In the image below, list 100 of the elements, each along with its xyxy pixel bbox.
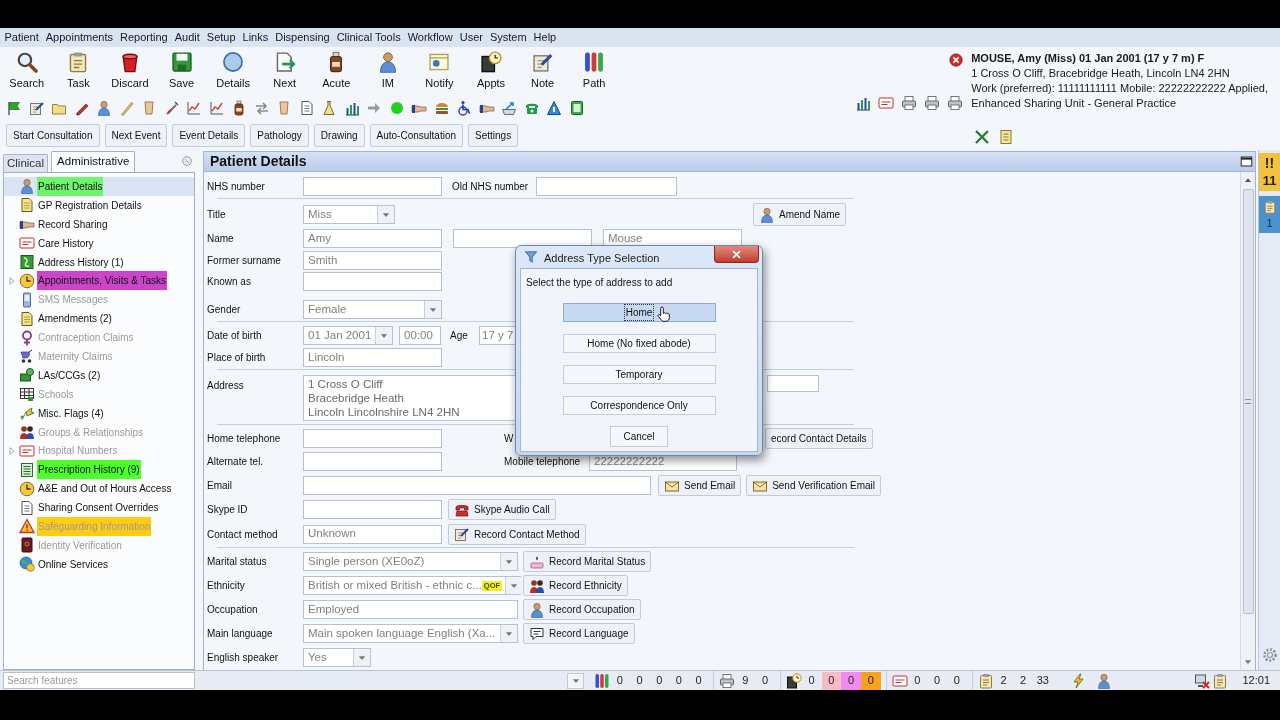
flask-icon[interactable]: [321, 100, 337, 116]
clipboard-icon[interactable]: [977, 672, 994, 689]
toolbar-button[interactable]: Save: [155, 47, 208, 97]
text-field[interactable]: [767, 375, 819, 392]
menu-item[interactable]: Appointments: [42, 29, 117, 46]
dropdown-field[interactable]: Yes: [303, 648, 371, 667]
menu-item[interactable]: Patient: [1, 29, 43, 46]
scrollbar[interactable]: [1240, 172, 1255, 670]
action-button[interactable]: Skype Audio Call: [448, 499, 556, 520]
text-field[interactable]: Unknown: [303, 524, 442, 544]
text-field[interactable]: 17 y 7: [479, 326, 517, 345]
toolbar-button[interactable]: Task: [52, 47, 105, 97]
stack-icon[interactable]: [433, 100, 450, 116]
person-icon[interactable]: [96, 100, 112, 116]
close-button[interactable]: [714, 246, 759, 263]
toolbar-button[interactable]: IM: [362, 47, 414, 97]
person-icon[interactable]: [1095, 672, 1112, 689]
printer-icon[interactable]: [947, 95, 964, 111]
action-button[interactable]: Send Verification Email: [746, 475, 881, 496]
test-tubes-icon[interactable]: [594, 672, 610, 689]
toolbar-button[interactable]: Details: [207, 47, 259, 97]
sidebar-item[interactable]: Online Services: [4, 554, 194, 574]
lightning-icon[interactable]: [1070, 672, 1087, 689]
text-field[interactable]: Lincoln: [303, 348, 442, 367]
menu-item[interactable]: Setup: [203, 29, 240, 46]
dropdown-field[interactable]: Female: [303, 300, 442, 319]
sidebar-item[interactable]: GP Registration Details: [4, 195, 194, 215]
text-field[interactable]: Smith: [303, 251, 442, 270]
action-button[interactable]: Record Occupation: [523, 599, 641, 620]
toolbar-button[interactable]: Next: [258, 47, 311, 97]
option-button[interactable]: Correspondence Only: [562, 396, 716, 415]
line-chart-icon[interactable]: [208, 100, 225, 116]
dropdown-field[interactable]: Main spoken language English (Xa...: [303, 624, 518, 643]
dropdown-field[interactable]: Miss: [303, 205, 395, 224]
sidebar-item[interactable]: Address History (1): [4, 252, 194, 272]
text-field[interactable]: [303, 500, 442, 519]
consultation-button[interactable]: Auto-Consultation: [369, 124, 463, 147]
menu-item[interactable]: Help: [530, 29, 560, 46]
card-icon[interactable]: [568, 100, 585, 116]
sidebar-item[interactable]: Care History: [4, 233, 194, 253]
cup-icon[interactable]: [141, 100, 157, 116]
action-button[interactable]: Record Marital Status: [523, 551, 652, 572]
text-field[interactable]: [303, 177, 442, 196]
toolbar-button[interactable]: Discard: [104, 47, 156, 97]
sidebar-item[interactable]: Record Sharing: [4, 214, 194, 234]
sidebar-item[interactable]: Patient Details: [4, 177, 194, 196]
bottle-icon[interactable]: [231, 100, 247, 116]
calendar-clock-icon[interactable]: [785, 672, 802, 689]
cancel-button[interactable]: Cancel: [610, 426, 668, 447]
line-chart-icon[interactable]: [186, 100, 202, 116]
consultation-button[interactable]: Settings: [468, 124, 519, 147]
text-field[interactable]: Amy: [303, 229, 442, 248]
toolbar-button[interactable]: Notify: [413, 47, 466, 97]
action-button[interactable]: Record Language: [523, 623, 635, 644]
id-card-icon[interactable]: [878, 95, 895, 111]
consultation-button[interactable]: Next Event: [104, 124, 168, 147]
triangle-icon[interactable]: [546, 100, 562, 116]
menu-item[interactable]: Workflow: [404, 29, 457, 46]
text-field[interactable]: [303, 429, 442, 448]
bar-chart-icon[interactable]: [343, 100, 360, 116]
note-pen-icon[interactable]: [28, 100, 45, 116]
wheelchair-icon[interactable]: [456, 100, 472, 116]
dropdown-button[interactable]: [567, 672, 584, 689]
clipboard-icon[interactable]: [1212, 672, 1229, 689]
menu-item[interactable]: Links: [239, 29, 272, 46]
document-icon[interactable]: [298, 100, 315, 116]
text-field[interactable]: [536, 177, 677, 196]
dot-icon[interactable]: [388, 100, 405, 116]
tools-icon[interactable]: [974, 129, 991, 145]
maximize-icon[interactable]: [1240, 155, 1253, 168]
id-card-icon[interactable]: [891, 672, 908, 689]
toolbar-button[interactable]: Search: [1, 47, 53, 97]
toolbar-button[interactable]: Path: [568, 47, 620, 97]
text-field[interactable]: [303, 452, 442, 471]
option-button[interactable]: Temporary: [562, 365, 716, 384]
gear-icon[interactable]: [1261, 647, 1278, 663]
option-button[interactable]: Home: [562, 303, 716, 322]
flag-icon[interactable]: [6, 100, 22, 116]
sidebar-item[interactable]: Sharing Consent Overrides: [4, 498, 194, 518]
menu-item[interactable]: Reporting: [116, 29, 172, 46]
menu-item[interactable]: System: [486, 29, 531, 46]
action-button[interactable]: Record Contact Method: [448, 523, 586, 545]
toolbar-button[interactable]: Note: [516, 47, 569, 97]
consultation-button[interactable]: Pathology: [250, 124, 309, 147]
action-button[interactable]: Send Email: [658, 475, 742, 496]
caret-right-icon[interactable]: [7, 276, 16, 285]
printer-icon[interactable]: [901, 95, 918, 111]
pin-icon[interactable]: [180, 154, 194, 168]
consultation-button[interactable]: Drawing: [313, 124, 365, 147]
toolbar-button[interactable]: Acute: [310, 47, 363, 97]
computer-x-icon[interactable]: [1194, 672, 1211, 689]
text-field[interactable]: [303, 476, 651, 495]
menu-item[interactable]: Dispensing: [271, 29, 334, 46]
search-field[interactable]: Search features: [3, 672, 195, 689]
sidebar-item[interactable]: LAs/CCGs (2): [4, 365, 194, 385]
bar-chart-icon[interactable]: [855, 95, 872, 111]
text-field[interactable]: Employed: [303, 600, 518, 619]
dropdown-field[interactable]: Single person (XE0oZ): [303, 552, 518, 571]
pencil-icon[interactable]: [118, 100, 135, 116]
printer-icon[interactable]: [719, 672, 736, 689]
